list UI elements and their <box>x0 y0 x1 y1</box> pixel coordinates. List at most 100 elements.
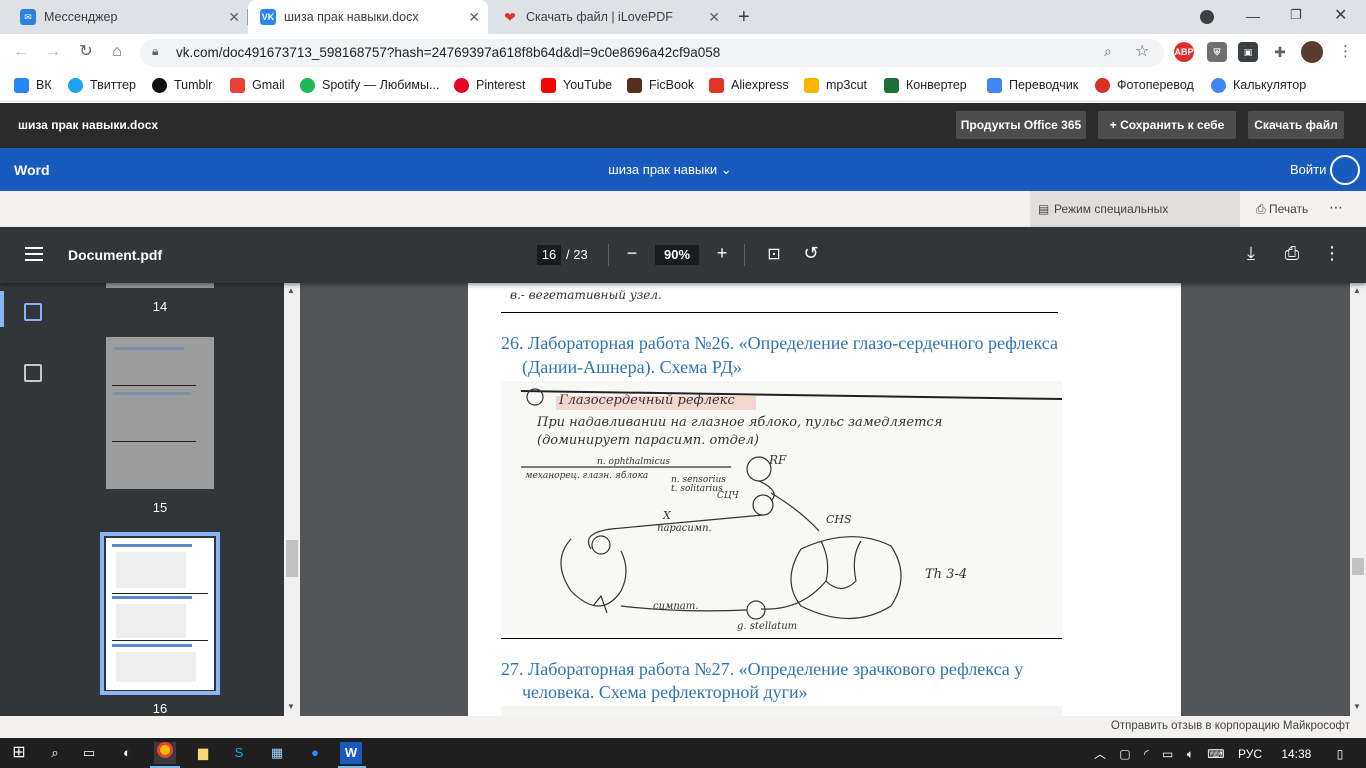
bookmark-calculator[interactable]: Калькулятор <box>1211 77 1306 93</box>
skype-icon[interactable]: S <box>228 742 250 764</box>
word-icon[interactable]: W <box>340 742 362 764</box>
office-products-button[interactable]: Продукты Office 365 <box>956 111 1086 139</box>
tab-ilovepdf[interactable]: ❤ Скачать файл | iLovePDF ✕ <box>490 0 728 34</box>
restore-icon[interactable]: ❐ <box>1290 7 1302 23</box>
close-icon[interactable]: ✕ <box>708 9 720 26</box>
vk-messenger-icon: ✉ <box>20 9 36 25</box>
notifications-icon[interactable]: ▯ <box>1337 747 1344 761</box>
doc-title-button[interactable]: шиза прак навыки ⌄ <box>560 162 780 178</box>
sidebar-scroll-thumb[interactable] <box>286 540 298 577</box>
fit-page-icon[interactable]: ⊡ <box>762 244 786 264</box>
back-icon[interactable]: ← <box>10 41 32 63</box>
page-thumbnail-16[interactable] <box>106 538 214 690</box>
search-icon[interactable]: ⌕ <box>44 742 66 764</box>
zoom-search-icon[interactable]: ⌕ <box>1104 43 1112 60</box>
close-window-icon[interactable]: ✕ <box>1334 5 1347 25</box>
extensions-icon[interactable]: ✚ <box>1270 42 1290 62</box>
pdf-more-icon[interactable]: ⋮ <box>1320 243 1344 264</box>
adblock-icon[interactable]: ABP <box>1174 42 1194 62</box>
clock[interactable]: 14:38 <box>1281 747 1311 761</box>
zoom-out-icon[interactable]: − <box>620 243 644 264</box>
tab-search-icon[interactable] <box>1200 10 1214 24</box>
close-icon[interactable]: ✕ <box>468 9 480 26</box>
chrome-icon[interactable] <box>154 742 176 764</box>
home-icon[interactable]: ⌂ <box>106 41 128 63</box>
more-options-icon[interactable]: ⋯ <box>1329 199 1343 216</box>
shield-icon[interactable]: ⛨ <box>1207 42 1227 62</box>
sign-in-link[interactable]: Войти <box>1290 162 1326 177</box>
bookmark-ficbook[interactable]: FicBook <box>627 77 694 93</box>
app-icon[interactable]: ◐ <box>116 742 138 764</box>
scroll-down-icon[interactable]: ▼ <box>287 702 295 711</box>
chevron-up-icon[interactable]: ︿ <box>1094 747 1106 761</box>
tab-messenger[interactable]: ✉ Мессенджер ✕ <box>8 0 248 34</box>
url-text[interactable]: vk.com/doc491673713_598168757?hash=24769… <box>176 45 720 60</box>
scroll-up-icon[interactable]: ▲ <box>1353 286 1361 295</box>
reload-icon[interactable]: ↻ <box>75 41 97 63</box>
bookmark-spotify[interactable]: Spotify — Любимы... <box>300 77 439 93</box>
main-scroll-thumb[interactable] <box>1352 558 1364 575</box>
file-explorer-icon[interactable]: ▆ <box>192 742 214 764</box>
bookmark-vk[interactable]: ВК <box>14 77 52 93</box>
section-divider <box>501 638 1062 639</box>
bookmark-gmail[interactable]: Gmail <box>230 77 285 93</box>
thumbnails-view-icon[interactable] <box>24 303 42 321</box>
profile-avatar[interactable] <box>1301 41 1323 63</box>
volume-icon[interactable]: 🔈︎ <box>1187 747 1194 761</box>
task-view-icon[interactable]: ▭ <box>78 742 100 764</box>
photos-icon[interactable]: ▦ <box>266 742 288 764</box>
print-icon[interactable]: ⎙ <box>1280 243 1304 264</box>
google-icon <box>1211 77 1226 93</box>
battery-icon[interactable]: ▭ <box>1162 747 1173 761</box>
sidebar-scrollbar[interactable] <box>284 283 300 716</box>
rotate-icon[interactable]: ↺ <box>799 243 823 264</box>
wifi-icon[interactable]: ◜ <box>1144 747 1149 761</box>
zoom-icon[interactable]: ● <box>304 742 326 764</box>
keyboard-icon[interactable]: ⌨ <box>1207 747 1224 761</box>
scroll-down-icon[interactable]: ▼ <box>1353 702 1361 711</box>
account-icon[interactable] <box>1330 155 1360 185</box>
zoom-in-icon[interactable]: + <box>710 243 734 264</box>
chrome-menu-icon[interactable]: ⋮ <box>1338 42 1353 60</box>
forward-icon[interactable]: → <box>42 41 64 63</box>
new-tab-icon[interactable]: + <box>738 6 750 29</box>
heading-lab26-cont: (Дании-Ашнера). Схема РД» <box>522 357 742 377</box>
lock-icon[interactable]: 🔒︎ <box>152 44 158 59</box>
main-scrollbar[interactable] <box>1350 283 1366 716</box>
accessibility-mode-button[interactable]: ▤Режим специальных возможностей <box>1030 191 1240 252</box>
bookmark-star-icon[interactable]: ☆ <box>1135 41 1149 61</box>
bookmark-label: Калькулятор <box>1233 78 1307 92</box>
heading-lab27: 27. Лабораторная работа №27. «Определени… <box>501 659 1024 679</box>
tab-docx[interactable]: VK шиза прак навыки.docx ✕ <box>248 0 488 34</box>
save-to-mine-button[interactable]: + Сохранить к себе <box>1098 111 1236 139</box>
language-indicator[interactable]: РУС <box>1238 747 1262 761</box>
bookmark-youtube[interactable]: YouTube <box>541 77 612 93</box>
bookmark-aliexpress[interactable]: Aliexpress <box>709 77 789 93</box>
page-thumbnail-15[interactable] <box>106 337 214 489</box>
sketch-label-cns: СЦЧ <box>717 491 739 501</box>
print-button[interactable]: ⎙ Печать <box>1256 202 1308 217</box>
picture-in-picture-icon[interactable]: ▣ <box>1238 42 1258 62</box>
close-icon[interactable]: ✕ <box>228 9 240 26</box>
page-number-input[interactable]: 16 <box>537 245 561 265</box>
bookmark-twitter[interactable]: Твиттер <box>68 77 136 93</box>
bookmark-tumblr[interactable]: Tumblr <box>152 77 212 93</box>
meet-now-icon[interactable]: ▢ <box>1119 747 1130 761</box>
outline-view-icon[interactable] <box>24 364 42 382</box>
minimize-icon[interactable]: — <box>1246 8 1260 24</box>
bookmark-converter[interactable]: Конвертер <box>884 77 967 93</box>
bookmark-phototranslate[interactable]: Фотоперевод <box>1095 77 1194 93</box>
bookmark-mp3cut[interactable]: mp3cut <box>804 77 867 93</box>
bookmark-pinterest[interactable]: Pinterest <box>454 77 525 93</box>
windows-start-icon[interactable]: ⊞ <box>8 742 30 764</box>
word-app-name[interactable]: Word <box>14 162 50 178</box>
feedback-link[interactable]: Отправить отзыв в корпорацию Майкрософт <box>1111 720 1350 732</box>
bookmark-translator[interactable]: Переводчик <box>987 77 1078 93</box>
toolbar-divider <box>744 244 745 266</box>
download-file-button[interactable]: Скачать файл <box>1248 111 1344 139</box>
scroll-up-icon[interactable]: ▲ <box>287 286 295 295</box>
download-icon[interactable]: ⤓ <box>1239 243 1263 264</box>
zoom-level-input[interactable]: 90% <box>655 245 699 265</box>
page-thumbnail-14[interactable] <box>106 283 214 288</box>
menu-icon[interactable] <box>25 247 43 261</box>
